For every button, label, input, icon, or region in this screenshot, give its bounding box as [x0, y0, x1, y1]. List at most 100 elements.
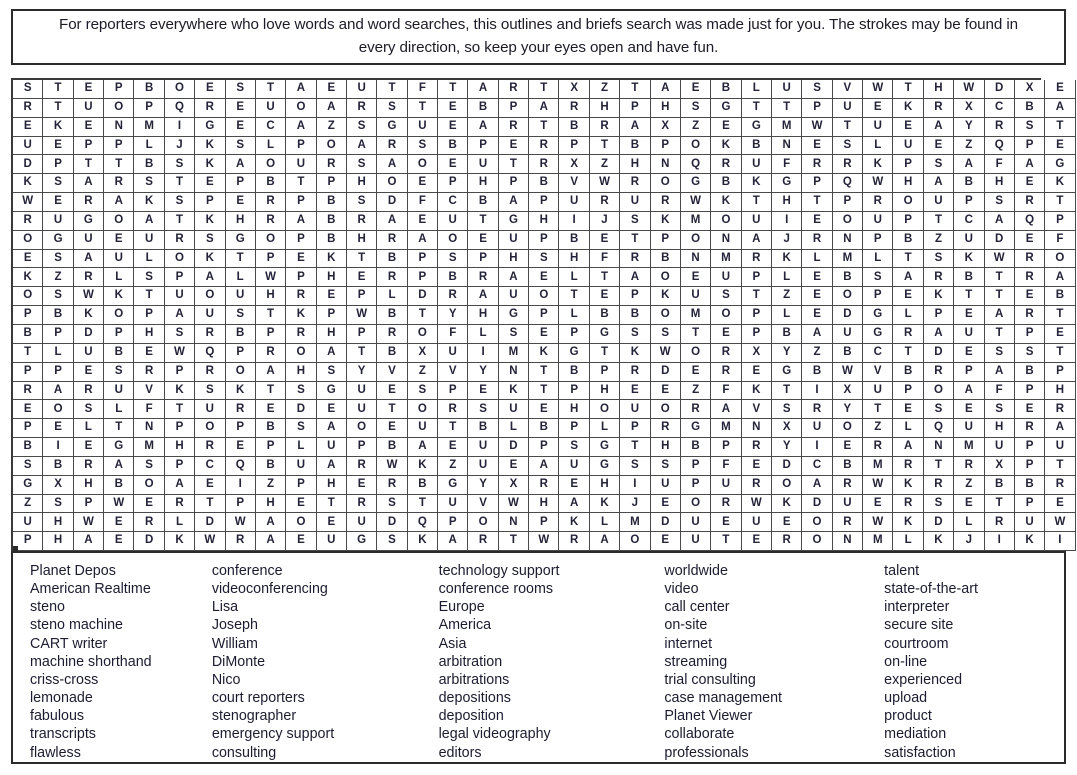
grid-cell[interactable]: V	[832, 80, 864, 99]
grid-cell[interactable]: K	[650, 286, 681, 307]
grid-cell[interactable]: P	[1014, 324, 1046, 344]
grid-cell[interactable]: S	[13, 456, 44, 476]
grid-cell[interactable]: S	[376, 531, 408, 552]
grid-cell[interactable]: A	[467, 117, 499, 137]
grid-cell[interactable]: B	[650, 249, 681, 269]
grid-cell[interactable]: W	[103, 494, 135, 514]
grid-cell[interactable]: R	[437, 399, 469, 420]
grid-cell[interactable]: E	[680, 362, 712, 382]
grid-cell[interactable]: K	[923, 286, 955, 307]
grid-cell[interactable]: R	[923, 475, 955, 495]
grid-cell[interactable]: T	[710, 531, 742, 552]
grid-cell[interactable]: E	[801, 136, 833, 156]
word-list-item[interactable]: legal videography	[439, 725, 665, 743]
word-list-item[interactable]: professionals	[664, 744, 884, 762]
grid-cell[interactable]: U	[346, 381, 378, 401]
grid-cell[interactable]: U	[680, 286, 712, 307]
grid-cell[interactable]: P	[437, 512, 469, 533]
grid-cell[interactable]: L	[589, 512, 621, 533]
grid-cell[interactable]: T	[892, 80, 924, 99]
word-list-item[interactable]: Europe	[439, 598, 665, 616]
grid-cell[interactable]: V	[376, 362, 408, 382]
grid-cell[interactable]: G	[771, 362, 803, 382]
grid-cell[interactable]: H	[73, 475, 105, 495]
grid-cell[interactable]: A	[801, 475, 833, 495]
grid-cell[interactable]: A	[316, 418, 347, 439]
grid-cell[interactable]: U	[984, 437, 1015, 457]
grid-cell[interactable]: S	[164, 324, 196, 344]
grid-cell[interactable]: R	[467, 531, 499, 552]
grid-cell[interactable]: E	[376, 381, 408, 401]
grid-cell[interactable]: C	[255, 117, 287, 137]
grid-cell[interactable]: T	[528, 381, 560, 401]
grid-cell[interactable]: G	[589, 456, 621, 476]
grid-cell[interactable]: F	[984, 381, 1015, 401]
grid-cell[interactable]: X	[953, 98, 985, 118]
grid-cell[interactable]: O	[437, 230, 469, 250]
grid-cell[interactable]: B	[42, 305, 74, 325]
grid-cell[interactable]: O	[103, 98, 135, 118]
grid-cell[interactable]: U	[741, 512, 772, 533]
grid-cell[interactable]: L	[103, 267, 135, 288]
grid-cell[interactable]: A	[467, 80, 499, 99]
grid-cell[interactable]: S	[42, 494, 74, 514]
grid-cell[interactable]: E	[316, 286, 347, 307]
grid-cell[interactable]: P	[164, 418, 196, 439]
grid-cell[interactable]: D	[285, 399, 317, 420]
grid-cell[interactable]: T	[103, 418, 135, 439]
grid-cell[interactable]: S	[528, 249, 560, 269]
grid-cell[interactable]: E	[1014, 286, 1046, 307]
grid-cell[interactable]: W	[862, 173, 894, 194]
grid-cell[interactable]: S	[437, 249, 469, 269]
grid-cell[interactable]: O	[680, 494, 712, 514]
grid-cell[interactable]: H	[650, 98, 681, 118]
grid-cell[interactable]: P	[467, 249, 499, 269]
grid-cell[interactable]: U	[1044, 437, 1076, 457]
grid-cell[interactable]: X	[984, 456, 1015, 476]
grid-cell[interactable]: U	[741, 211, 772, 231]
grid-cell[interactable]: R	[862, 437, 894, 457]
grid-cell[interactable]: U	[832, 324, 864, 344]
word-list-item[interactable]: conference	[212, 562, 439, 580]
grid-cell[interactable]: U	[103, 249, 135, 269]
word-list-item[interactable]: steno	[30, 598, 212, 616]
grid-cell[interactable]: P	[558, 324, 590, 344]
grid-cell[interactable]: S	[923, 494, 955, 514]
grid-cell[interactable]: A	[589, 531, 621, 552]
grid-cell[interactable]: P	[346, 437, 378, 457]
grid-cell[interactable]: T	[984, 286, 1015, 307]
word-list-item[interactable]: collaborate	[664, 725, 884, 743]
grid-cell[interactable]: O	[801, 531, 833, 552]
grid-cell[interactable]: W	[741, 494, 772, 514]
grid-cell[interactable]: P	[316, 305, 347, 325]
grid-cell[interactable]: A	[619, 117, 651, 137]
grid-cell[interactable]: J	[771, 230, 803, 250]
grid-cell[interactable]: P	[103, 324, 135, 344]
grid-cell[interactable]: I	[801, 381, 833, 401]
grid-cell[interactable]: O	[316, 136, 347, 156]
grid-cell[interactable]: E	[133, 494, 165, 514]
grid-cell[interactable]: B	[953, 267, 985, 288]
grid-cell[interactable]: B	[13, 437, 44, 457]
grid-cell[interactable]: E	[710, 324, 742, 344]
grid-cell[interactable]: H	[42, 512, 74, 533]
grid-cell[interactable]: L	[103, 399, 135, 420]
grid-cell[interactable]: K	[1014, 531, 1046, 552]
grid-cell[interactable]: U	[953, 324, 985, 344]
grid-cell[interactable]: A	[953, 154, 985, 175]
grid-cell[interactable]: E	[710, 512, 742, 533]
grid-cell[interactable]: A	[285, 80, 317, 99]
grid-cell[interactable]: S	[558, 437, 590, 457]
grid-cell[interactable]: R	[164, 230, 196, 250]
grid-cell[interactable]: W	[680, 192, 712, 212]
grid-cell[interactable]: U	[771, 80, 803, 99]
grid-cell[interactable]: S	[133, 456, 165, 476]
grid-cell[interactable]: P	[1014, 136, 1046, 156]
grid-cell[interactable]: L	[133, 249, 165, 269]
grid-cell[interactable]: G	[771, 173, 803, 194]
grid-cell[interactable]: E	[285, 494, 317, 514]
grid-cell[interactable]: N	[771, 136, 803, 156]
grid-cell[interactable]: R	[73, 456, 105, 476]
grid-cell[interactable]: H	[589, 98, 621, 118]
grid-cell[interactable]: W	[225, 512, 256, 533]
